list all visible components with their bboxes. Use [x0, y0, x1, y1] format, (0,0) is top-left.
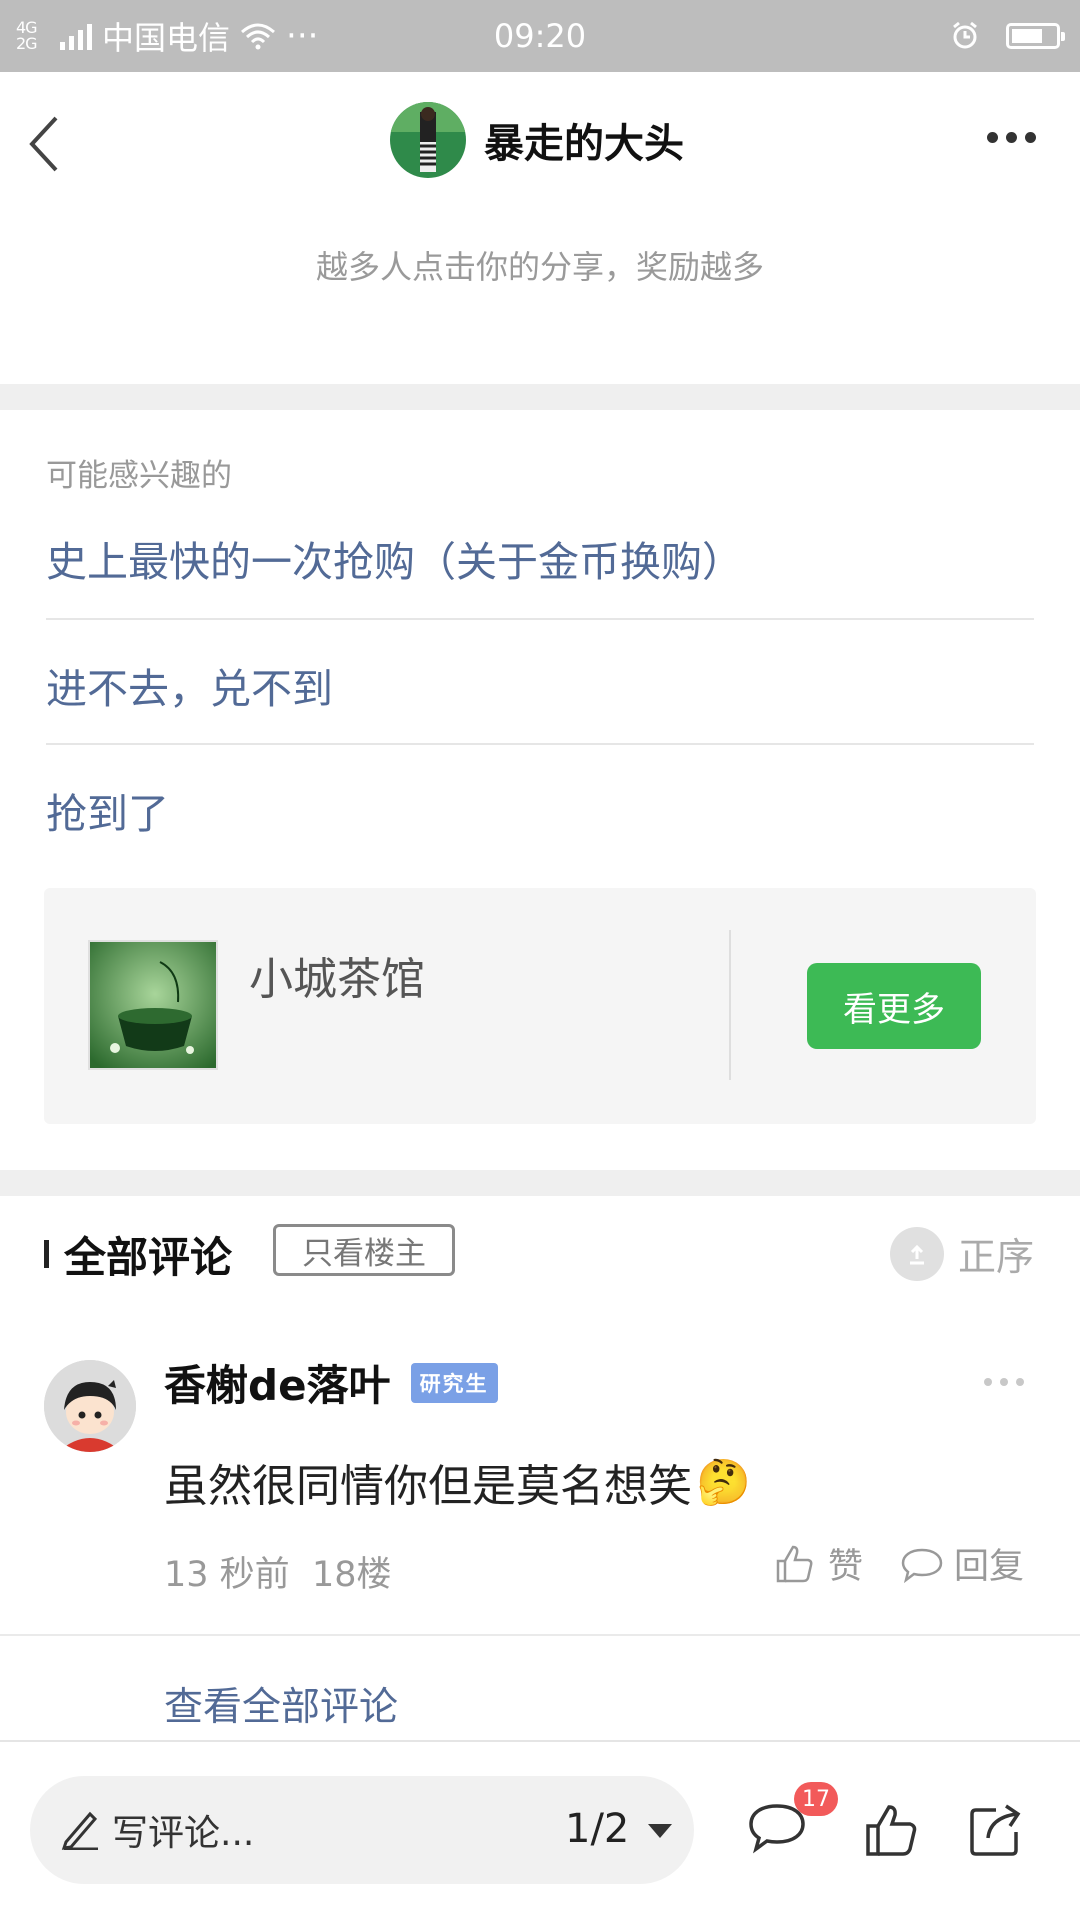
comment-time: 13 秒前 — [164, 1555, 290, 1595]
pencil-icon — [61, 1811, 98, 1850]
sort-button[interactable]: 正序 — [889, 1226, 1034, 1281]
comment-bubble-icon — [901, 1548, 943, 1583]
comment-more-button[interactable] — [984, 1378, 1024, 1386]
divider — [46, 618, 1034, 620]
comment-body: 虽然很同情你但是莫名想笑 — [164, 1461, 692, 1512]
section-divider — [0, 1170, 1080, 1196]
alarm-icon — [953, 21, 977, 49]
divider — [729, 930, 731, 1080]
battery-icon — [1006, 23, 1065, 49]
share-tip: 越多人点击你的分享，奖励越多 — [315, 248, 764, 286]
reply-button[interactable]: 回复 — [900, 1538, 1024, 1589]
comment-count-badge: 17 — [794, 1782, 838, 1816]
author-name: 暴走的大头 — [484, 121, 684, 167]
clock: 09:20 — [493, 17, 587, 55]
related-item[interactable]: 史上最快的一次抢购（关于金币换购） — [46, 528, 1034, 588]
sort-icon — [889, 1226, 944, 1281]
thinking-face-icon: 🤔 — [696, 1457, 751, 1508]
related-section-title: 可能感兴趣的 — [46, 458, 232, 494]
user-level-badge: 研究生 — [410, 1362, 498, 1403]
thumbs-up-icon[interactable] — [864, 1802, 920, 1858]
comment-user: 香榭de落叶 研究生 — [164, 1352, 498, 1413]
see-more-button[interactable]: 看更多 — [807, 963, 981, 1049]
bottom-toolbar: 写评论... 1/2 17 — [0, 1740, 1080, 1920]
op-only-button[interactable]: 只看楼主 — [273, 1224, 455, 1276]
related-item[interactable]: 进不去，兑不到 — [46, 655, 1034, 715]
divider — [0, 1634, 1080, 1636]
back-icon — [29, 116, 58, 172]
account-image — [88, 940, 218, 1070]
account-name: 小城茶馆 — [249, 954, 425, 1005]
back-button[interactable] — [26, 112, 66, 176]
like-label: 赞 — [828, 1547, 864, 1587]
avatar[interactable] — [44, 1360, 136, 1452]
write-comment-placeholder: 写评论... — [112, 1813, 255, 1854]
more-options-button[interactable] — [987, 132, 1036, 143]
author-avatar[interactable] — [390, 102, 466, 178]
status-bar: 4G 2G 中国电信 ··· 09:20 — [0, 0, 1080, 72]
chevron-down-icon[interactable] — [648, 1824, 672, 1838]
thumbs-up-icon — [776, 1545, 813, 1582]
reply-label: 回复 — [954, 1547, 1025, 1587]
comment-meta: 13 秒前 18楼 — [164, 1546, 391, 1597]
divider — [46, 743, 1034, 745]
related-item[interactable]: 抢到了 — [46, 780, 1034, 840]
account-card[interactable]: 小城茶馆 看更多 — [44, 888, 1036, 1124]
comments-title: 全部评论 — [64, 1233, 233, 1282]
title-marker — [44, 1240, 49, 1268]
post-header: 暴走的大头 — [0, 72, 1080, 212]
sort-label: 正序 — [957, 1235, 1034, 1279]
comment-text: 虽然很同情你但是莫名想笑 🤔 — [164, 1450, 751, 1514]
view-all-comments-link[interactable]: 查看全部评论 — [164, 1676, 398, 1732]
comment-floor: 18楼 — [311, 1555, 392, 1595]
author-info[interactable]: 暴走的大头 — [390, 102, 684, 178]
write-comment-input[interactable]: 写评论... 1/2 — [30, 1776, 694, 1884]
section-divider — [0, 384, 1080, 410]
status-right — [950, 12, 1065, 60]
like-button[interactable]: 赞 — [774, 1538, 863, 1589]
share-icon[interactable] — [968, 1802, 1024, 1858]
page-indicator[interactable]: 1/2 — [565, 1806, 629, 1852]
comment-username[interactable]: 香榭de落叶 — [164, 1352, 391, 1413]
